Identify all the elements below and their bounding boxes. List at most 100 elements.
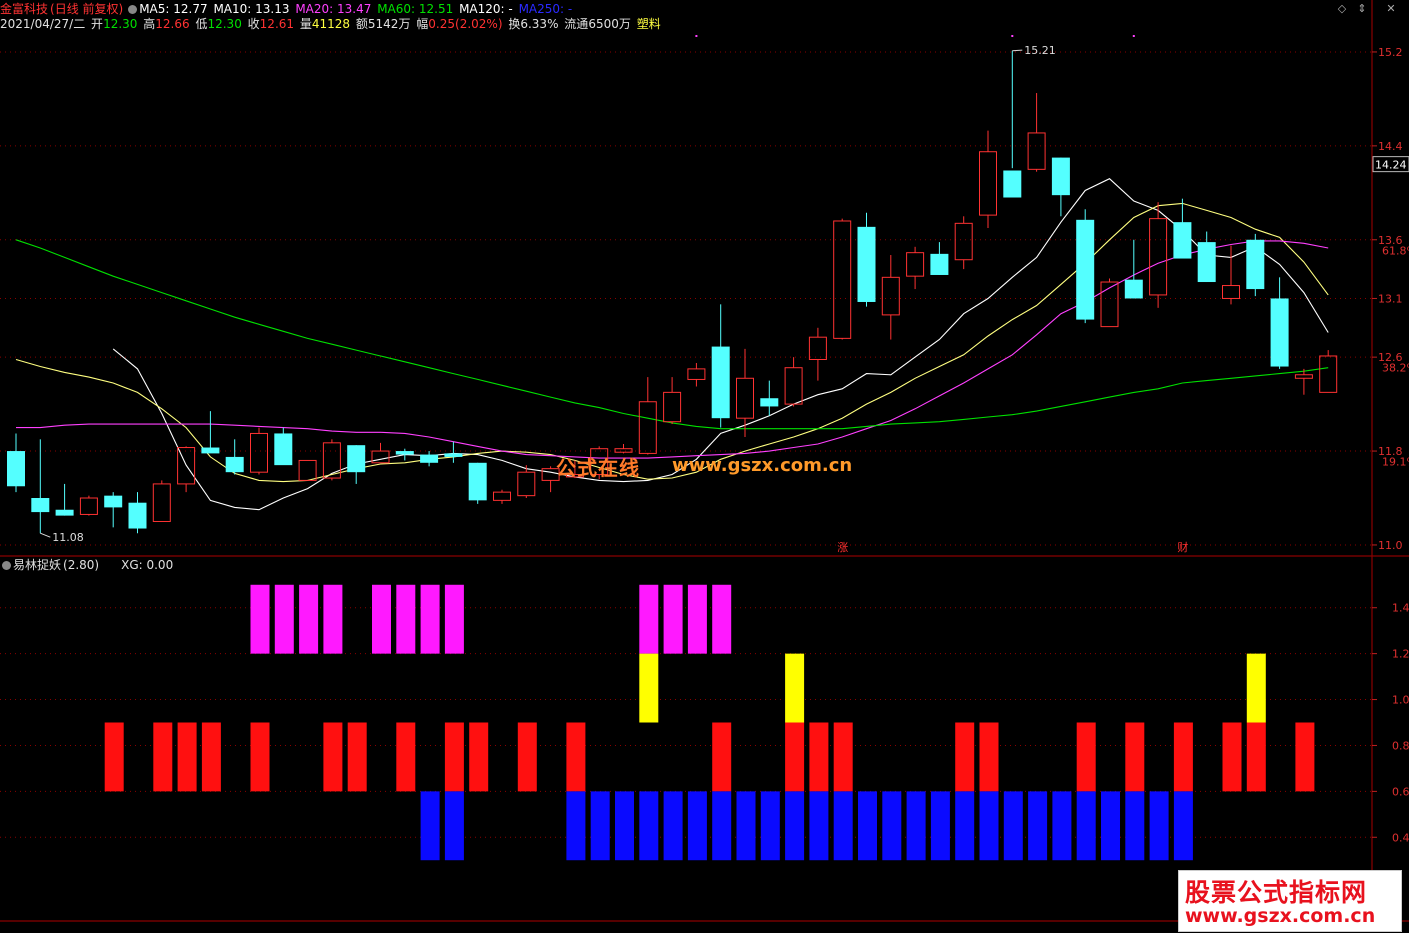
candle-body xyxy=(347,445,366,473)
indicator-bar-magenta xyxy=(712,584,732,654)
candle xyxy=(1294,368,1313,395)
candle xyxy=(906,246,925,290)
indicator-bar-magenta xyxy=(274,584,294,654)
stock-name[interactable]: 金富科技 xyxy=(0,2,48,16)
badge-url: www.gszx.com.cn xyxy=(1185,905,1376,927)
candle-body xyxy=(881,276,900,316)
indicator-bar-red xyxy=(250,722,270,792)
high-label: 高 xyxy=(143,17,156,31)
indicator-bar-blue xyxy=(1003,791,1023,861)
indicator-bar-magenta xyxy=(396,584,416,654)
candle-body xyxy=(760,398,779,407)
event-mark-label: 财 xyxy=(1177,540,1188,554)
range-value: 0.25(2.02%) xyxy=(428,17,503,31)
candle-body xyxy=(493,491,511,501)
candle xyxy=(250,427,268,475)
candle-body xyxy=(979,151,997,216)
candle-body xyxy=(1149,218,1168,296)
candle-body xyxy=(1222,285,1240,299)
indicator-bar-layer xyxy=(104,584,1315,861)
candle xyxy=(784,357,803,407)
low-mark-label: 11.08 xyxy=(52,531,84,544)
candle xyxy=(1246,233,1265,297)
indicator-bar-blue xyxy=(1052,791,1072,861)
diamond-icon[interactable]: ◇ xyxy=(1336,3,1348,15)
candle-body xyxy=(930,253,949,275)
indicator-bar-blue xyxy=(1076,791,1096,861)
candle xyxy=(736,348,754,437)
indicator-tick-label: 0.8 xyxy=(1392,739,1409,752)
watermark-cn: 公式在线 xyxy=(556,456,640,480)
indicator-bar-blue xyxy=(444,791,464,861)
top-dot-mark xyxy=(695,35,698,37)
indicator-bar-red xyxy=(323,722,343,792)
indicator-bar-red xyxy=(833,722,853,792)
indicator-bar-red xyxy=(785,722,805,792)
candle xyxy=(444,441,463,463)
candle xyxy=(1003,50,1022,198)
candle-body xyxy=(395,451,414,455)
price-tick-label: 15.2 xyxy=(1378,46,1403,59)
candle-body xyxy=(517,471,536,497)
price-tick-label: 14.4 xyxy=(1378,140,1403,153)
candle-body xyxy=(1076,219,1095,320)
price-header: 金富科技 (日线 前复权) MA5: 12.77 MA10: 13.13 MA20:… xyxy=(0,2,574,17)
candle xyxy=(638,377,657,455)
indicator-bar-red xyxy=(712,722,732,792)
indicator-bar-blue xyxy=(906,791,926,861)
candle-body xyxy=(663,391,682,423)
low-mark-arrow xyxy=(40,532,51,538)
pct-tick-label: 19.1% xyxy=(1382,456,1409,469)
indicator-circle-icon[interactable] xyxy=(2,561,11,570)
sector-label[interactable]: 塑料 xyxy=(637,17,661,31)
candle-body xyxy=(371,450,390,464)
close-icon[interactable]: ✕ xyxy=(1385,3,1397,15)
indicator-bar-blue xyxy=(785,791,805,861)
candle xyxy=(104,492,123,528)
xg-label: XG: 0.00 xyxy=(121,558,174,572)
ma120-label: MA120: - xyxy=(459,2,513,16)
indicator-bar-blue xyxy=(833,791,853,861)
candle xyxy=(930,242,949,275)
indicator-bar-magenta xyxy=(639,584,659,654)
ma5-label: MA5: 12.77 xyxy=(139,2,208,16)
indicator-name[interactable]: 易林捉妖 xyxy=(13,558,61,572)
indicator-bar-blue xyxy=(882,791,902,861)
indicator-bar-red xyxy=(201,722,221,792)
indicator-bar-red xyxy=(396,722,416,792)
indicator-bar-red xyxy=(979,722,999,792)
candle xyxy=(687,363,706,387)
candle-body xyxy=(128,502,147,529)
pct-tick-label: 38.2% xyxy=(1382,362,1409,375)
candle-body xyxy=(1003,170,1022,198)
candle xyxy=(1076,209,1095,324)
indicator-bar-red xyxy=(1295,722,1315,792)
open-label: 开 xyxy=(91,17,104,31)
candle-body xyxy=(711,346,730,419)
amount-label: 额 xyxy=(355,17,368,31)
indicator-bar-blue xyxy=(615,791,634,861)
period-label[interactable]: (日线 前复权) xyxy=(50,2,123,16)
candle-body xyxy=(1294,374,1313,379)
indicator-bar-blue xyxy=(566,791,586,861)
indicator-bar-magenta xyxy=(687,584,707,654)
chart-window: 15.214.413.613.112.611.811.061.8%38.2%19… xyxy=(0,0,1409,933)
indicator-bar-blue xyxy=(1028,791,1048,861)
candle xyxy=(493,489,511,504)
indicator-param: (2.80) xyxy=(63,558,100,572)
ma-line-ma10 xyxy=(15,202,1329,483)
settings-circle-icon[interactable] xyxy=(128,5,138,14)
indicator-bar-red xyxy=(1173,722,1193,792)
indicator-bar-red xyxy=(347,722,367,792)
expand-icon[interactable]: ⇕ xyxy=(1356,3,1368,15)
candle xyxy=(7,433,25,493)
candle-body xyxy=(298,459,317,481)
date-label: 2021/04/27/二 xyxy=(0,17,86,31)
candle-body xyxy=(1173,222,1192,259)
site-badge: 股票公式指标网 www.gszx.com.cn xyxy=(1178,870,1402,932)
indicator-bar-red xyxy=(104,722,124,792)
volume-value: 41128 xyxy=(311,17,351,31)
candle-body xyxy=(1100,281,1119,328)
candle-body xyxy=(104,495,123,508)
indicator-bar-blue xyxy=(1149,791,1169,861)
